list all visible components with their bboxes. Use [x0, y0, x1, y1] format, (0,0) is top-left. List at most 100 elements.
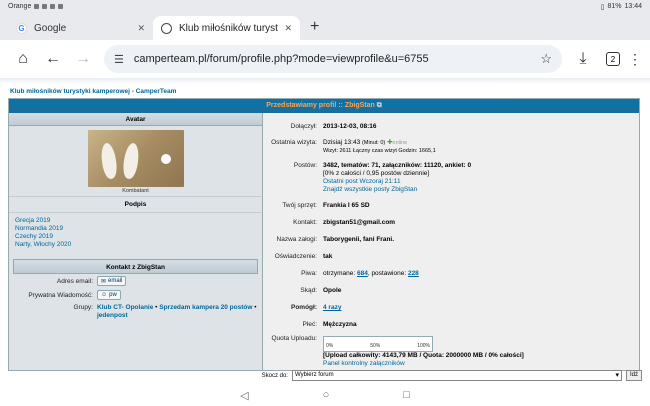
helped-row: Pomógł: 4 razy: [263, 302, 639, 314]
signature: Grecja 2019 Normandia 2019 Czechy 2019 N…: [9, 212, 262, 253]
signature-line: Narty, Włochy 2020: [15, 241, 72, 248]
beers-given-link[interactable]: 228: [408, 270, 419, 277]
quota-tick: 0%: [326, 343, 334, 349]
online-label: online: [392, 140, 408, 146]
notification-icon: [58, 4, 64, 9]
jump-to-forum: Skocz do: Wybierz forum Idź: [262, 370, 642, 381]
home-icon[interactable]: ⌂: [8, 50, 38, 68]
last-visit-row: Ostatnia wizyta: Dzisiaj 13:43 (Minut: 0…: [263, 137, 639, 157]
people-icon: ☺: [101, 292, 108, 298]
signature-header: Podpis: [9, 196, 262, 212]
statement-value: tak: [323, 253, 333, 260]
tab-google[interactable]: G Google ✕: [8, 16, 153, 40]
site-settings-icon[interactable]: ☰: [114, 53, 124, 66]
profile-panel: Przedstawiamy profil :: ZbigStan ⧉ Avata…: [8, 98, 640, 371]
last-visit-label: Ostatnia wizyta:: [271, 139, 317, 146]
avatar: [87, 130, 184, 187]
right-column: Dołączył: 2013-12-03, 08:16 Ostatnia wiz…: [263, 113, 639, 370]
gender-row: Płeć: Mężczyzna: [263, 319, 639, 331]
notification-icon: [50, 4, 56, 9]
external-link-icon[interactable]: ⧉: [377, 102, 382, 109]
tab-switcher-button[interactable]: 2: [606, 52, 620, 66]
groups-row: Grupy: Klub CT- Opolanie • Sprzedam kamp…: [9, 302, 262, 322]
find-posts-link[interactable]: Znajdź wszystkie posty ZbigStan: [323, 186, 417, 193]
gear-label: Twój sprzęt:: [282, 202, 317, 209]
rank-caption: Kombatant: [122, 188, 149, 194]
carrier-label: Orange: [8, 3, 32, 10]
crew-row: Nazwa załogi: Taborygenii, fani Frani.: [263, 234, 639, 246]
last-post-link[interactable]: Ostatni post Wczoraj 21:11: [323, 178, 401, 185]
browser-tab-strip: G Google ✕ Klub miłośników turystyki k ✕…: [0, 13, 650, 40]
gear-row: Twój sprzęt: Frankia I 65 SD: [263, 200, 639, 212]
go-button[interactable]: Idź: [625, 370, 642, 381]
posts-row: Postów: 3482, tematów: 71, załączników: …: [263, 160, 639, 196]
notification-icon: [42, 4, 48, 9]
beers-label: Piwa:: [301, 270, 317, 277]
profile-title-text: Przedstawiamy profil :: ZbigStan: [266, 102, 375, 109]
close-icon[interactable]: ✕: [137, 23, 145, 34]
quota-row: Quota Uploadu: 0% 50% 100% [Upload całko…: [263, 333, 639, 370]
quota-tick: 100%: [417, 343, 430, 349]
helped-link[interactable]: 4 razy: [323, 304, 341, 311]
group-link[interactable]: Klub CT- Opolanie: [97, 304, 153, 311]
clock: 13:44: [624, 3, 642, 10]
forward-arrow-icon[interactable]: →: [68, 50, 98, 68]
helped-label: Pomógł:: [291, 304, 317, 311]
back-triangle-icon[interactable]: ◁: [240, 389, 248, 402]
joined-value: 2013-12-03, 08:16: [323, 123, 377, 130]
breadcrumb[interactable]: Klub miłośników turystyki kamperowej - C…: [0, 84, 650, 98]
bookmark-star-icon[interactable]: ☆: [540, 51, 552, 67]
page-content: Klub miłośników turystyki kamperowej - C…: [0, 78, 650, 384]
new-tab-icon[interactable]: +: [310, 18, 319, 36]
notification-icon: [34, 4, 40, 9]
google-favicon-icon: G: [16, 22, 27, 34]
profile-title: Przedstawiamy profil :: ZbigStan ⧉: [9, 99, 639, 113]
address-bar[interactable]: ☰ camperteam.pl/forum/profile.php?mode=v…: [104, 45, 562, 73]
envelope-icon: ✉: [101, 278, 107, 285]
pm-row: Prywatna Wiadomość: ☺ pw: [9, 288, 262, 302]
recents-square-icon[interactable]: □: [403, 389, 410, 401]
contact-label: Kontakt:: [293, 219, 317, 226]
email-label: Adres email:: [56, 277, 93, 285]
avatar-section: Kombatant: [9, 126, 262, 196]
system-status-bar: Orange ▯ 81% 13:44: [0, 0, 650, 13]
posts-label: Postów:: [293, 162, 317, 169]
location-value: Opole: [323, 287, 342, 294]
attachments-panel-link[interactable]: Panel kontrolny załączników: [323, 360, 405, 367]
group-link[interactable]: Sprzedam kampera 20 postów: [159, 304, 252, 311]
url-text: camperteam.pl/forum/profile.php?mode=vie…: [133, 53, 429, 65]
left-column: Avatar Kombatant Podpis Grecja 2019 Norm…: [9, 113, 263, 370]
beers-received-link[interactable]: 684: [357, 270, 368, 277]
beers-given-text: , postawione:: [367, 270, 407, 277]
signature-line: Grecja 2019: [15, 217, 51, 224]
avatar-header: Avatar: [9, 113, 262, 126]
contact-header: Kontakt z ZbigStan: [13, 259, 258, 274]
forum-select[interactable]: Wybierz forum: [291, 370, 622, 381]
statement-label: Oświadczenie:: [274, 253, 317, 260]
pm-button-label: pw: [109, 292, 117, 298]
menu-icon[interactable]: ⋮: [628, 51, 642, 68]
groups-label: Grupy:: [73, 304, 93, 311]
home-circle-icon[interactable]: ○: [323, 389, 330, 401]
gender-label: Płeć:: [302, 321, 317, 328]
statement-row: Oświadczenie: tak: [263, 251, 639, 263]
tab-camperteam[interactable]: Klub miłośników turystyki k ✕: [153, 16, 300, 40]
last-visit-value: Dzisiaj 13:43: [323, 139, 361, 146]
jump-label: Skocz do:: [261, 372, 288, 379]
battery-level: 81%: [607, 3, 622, 10]
close-icon[interactable]: ✕: [284, 23, 292, 34]
download-icon[interactable]: ⤓: [568, 50, 598, 68]
battery-icon: ▯: [600, 3, 605, 11]
signature-line: Normandia 2019: [15, 225, 64, 232]
contact-row: Kontakt: zbigstan51@gmail.com: [263, 217, 639, 229]
quota-label: Quota Uploadu:: [271, 335, 317, 342]
posts-line: 3482, tematów: 71, załączników: 11120, a…: [323, 162, 472, 169]
pm-button[interactable]: ☺ pw: [97, 290, 121, 300]
back-arrow-icon[interactable]: ←: [38, 50, 68, 68]
email-button[interactable]: ✉ email: [97, 276, 127, 286]
upload-total: [Upload całkowity: 4143,79 MB / Quota: 2…: [323, 352, 524, 359]
joined-row: Dołączył: 2013-12-03, 08:16: [263, 121, 639, 133]
quota-tick: 50%: [370, 343, 381, 349]
group-link[interactable]: jedenpost: [97, 312, 128, 319]
quota-progress-bar: 0% 50% 100%: [323, 336, 433, 352]
